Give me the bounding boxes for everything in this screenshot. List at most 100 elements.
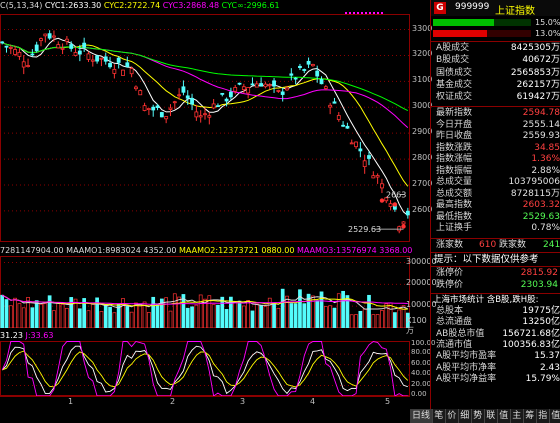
j-value: J:33.63 bbox=[25, 331, 54, 340]
volume-bar bbox=[241, 305, 246, 328]
info-row: AB股总市值 156721.68亿 bbox=[431, 329, 560, 340]
info-row-value: 19775亿 bbox=[522, 306, 560, 316]
candle-body bbox=[267, 84, 272, 87]
info-row-value: 619427万 bbox=[516, 92, 560, 103]
candle-body bbox=[380, 183, 384, 189]
stock-header[interactable]: G 999999 上证指数 bbox=[431, 0, 560, 17]
info-row-label: 指数振幅 bbox=[436, 165, 473, 176]
ratio-bar-1-fill bbox=[433, 19, 494, 26]
limit-down-value: 2303.94 bbox=[520, 280, 558, 290]
ratio-bar-1-label: 15.0% bbox=[535, 18, 560, 27]
bottom-tab[interactable]: 细 bbox=[459, 409, 472, 423]
volume-bar bbox=[99, 311, 104, 328]
volume-bar bbox=[34, 300, 39, 328]
bottom-tab[interactable]: 联 bbox=[485, 409, 498, 423]
volume-value: 7281147904.00 bbox=[0, 246, 64, 255]
kdj-panel[interactable] bbox=[0, 341, 410, 396]
chart-area[interactable]: C(5,13,34) CYC1:2633.30 CYC2:2722.74 CYC… bbox=[0, 0, 437, 409]
candle-body bbox=[272, 80, 276, 87]
candle-body bbox=[237, 82, 242, 85]
candle-body bbox=[216, 105, 220, 108]
candle-body bbox=[164, 116, 169, 120]
info-row-value: 2594.78 bbox=[522, 108, 560, 118]
volume-bar bbox=[121, 298, 125, 328]
info-row-label: A股平均市盈率 bbox=[436, 351, 497, 362]
bottom-tab[interactable]: 指 bbox=[537, 409, 550, 423]
bottom-tab[interactable]: 笔 bbox=[433, 409, 446, 423]
info-row-label: B股成交 bbox=[436, 55, 470, 66]
candle-body bbox=[177, 94, 182, 97]
volume-legend: 7281147904.00 MAAMO1:8983024 4352.00 MAA… bbox=[0, 246, 412, 256]
kdj-legend: 31.23 J:33.63 bbox=[0, 331, 53, 341]
volume-bar bbox=[86, 310, 91, 328]
candle-body bbox=[298, 65, 302, 69]
cyc3-value: CYC3:2868.48 bbox=[162, 1, 220, 10]
price-panel[interactable]: 2663 2529.63 bbox=[0, 14, 410, 242]
info-row-label: 上证换手 bbox=[436, 223, 473, 233]
candle-body bbox=[254, 83, 259, 88]
candle-body bbox=[185, 95, 190, 99]
volume-bar bbox=[172, 293, 177, 328]
info-row-label: 指数涨跌 bbox=[436, 142, 473, 153]
candle-body bbox=[203, 113, 207, 116]
candle-body bbox=[86, 53, 91, 60]
ma-legend: C(5,13,34) CYC1:2633.30 CYC2:2722.74 CYC… bbox=[0, 1, 280, 11]
kdj-tick-label: 20.00 bbox=[411, 379, 432, 388]
candle-body bbox=[246, 87, 251, 94]
volume-bar bbox=[47, 295, 52, 328]
volume-bar bbox=[168, 310, 173, 328]
candle-body bbox=[73, 52, 78, 56]
candle-body bbox=[315, 70, 320, 77]
candle-body bbox=[181, 86, 186, 93]
maamo2-value: MAAMO2:12373721 0880.00 bbox=[179, 246, 295, 255]
bottom-tab[interactable]: 主 bbox=[511, 409, 524, 423]
kdj-tick-label: 60.00 bbox=[411, 358, 432, 367]
info-row: 指数涨幅 1.36% bbox=[431, 154, 560, 165]
info-row-value: 8728115万 bbox=[510, 188, 560, 199]
bottom-tab[interactable]: 筹 bbox=[524, 409, 537, 423]
volume-bar bbox=[397, 309, 402, 328]
candle-body bbox=[190, 97, 194, 105]
info-row: A股平均市净率 2.43 bbox=[431, 363, 560, 374]
volume-bar bbox=[155, 303, 160, 328]
volume-bar bbox=[272, 303, 276, 328]
bottom-tab[interactable]: 价 bbox=[446, 409, 459, 423]
bottom-tab[interactable]: 日线 bbox=[410, 409, 433, 423]
volume-bar bbox=[60, 304, 65, 328]
volume-bar bbox=[112, 312, 117, 328]
volume-panel[interactable] bbox=[0, 256, 410, 328]
info-row: 国债成交 2565853万 bbox=[431, 68, 560, 79]
volume-bar bbox=[220, 296, 225, 328]
low-mark-label: 2529.63 bbox=[348, 225, 381, 234]
candle-body bbox=[332, 101, 337, 104]
stock-code: 999999 bbox=[455, 2, 490, 12]
bottom-tab[interactable]: 值 bbox=[498, 409, 511, 423]
limit-up-label: 涨停价 bbox=[436, 268, 464, 278]
candle-body bbox=[4, 45, 9, 48]
ratio-bar-2-fill bbox=[433, 30, 487, 37]
candle-body bbox=[168, 107, 173, 110]
volume-bar bbox=[393, 312, 397, 328]
info-row-label: 基金成交 bbox=[436, 79, 473, 90]
info-row: 最低指数 2529.63 bbox=[431, 212, 560, 223]
candle-body bbox=[306, 60, 311, 65]
volume-bar bbox=[39, 303, 43, 328]
candle-body bbox=[43, 33, 48, 37]
info-row-label: 总成交额 bbox=[436, 188, 473, 199]
info-row: A股成交 8425305万 bbox=[431, 43, 560, 54]
bottom-tab[interactable]: 值 bbox=[550, 409, 560, 423]
candle-body bbox=[345, 125, 350, 129]
info-row-label: A股平均净益率 bbox=[436, 373, 497, 384]
bottom-tab[interactable]: 势 bbox=[472, 409, 485, 423]
info-row-value: 2565853万 bbox=[510, 67, 560, 78]
month-tick-label: 2 bbox=[170, 397, 176, 406]
candle-body bbox=[375, 175, 380, 178]
candle-body bbox=[259, 83, 264, 87]
candle-body bbox=[207, 115, 212, 118]
candle-body bbox=[39, 38, 43, 42]
candle-body bbox=[233, 87, 238, 92]
info-row: A股平均净益率 15.79% bbox=[431, 374, 560, 385]
info-row: 最新指数 2594.78 bbox=[431, 108, 560, 119]
volume-bar bbox=[177, 296, 181, 328]
volume-bar bbox=[323, 306, 328, 328]
